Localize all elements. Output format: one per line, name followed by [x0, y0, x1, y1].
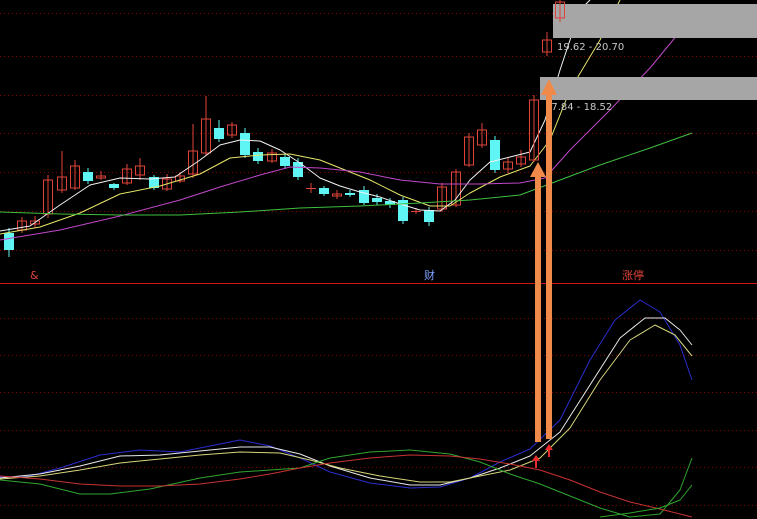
candle-body — [109, 184, 119, 188]
down-candle — [306, 183, 316, 193]
candle-body — [345, 193, 355, 195]
marker-middle: 财 — [424, 268, 435, 282]
zone-label-lower: 17.84 - 18.52 — [545, 102, 612, 113]
down-candle — [214, 120, 224, 142]
marker-right: 涨停 — [622, 268, 644, 282]
up-candle — [516, 150, 526, 167]
candle-body — [280, 157, 290, 166]
candle-body — [372, 198, 382, 202]
candle-body — [4, 233, 14, 250]
resistance-zone-upper — [553, 4, 757, 38]
up-candle — [464, 133, 474, 167]
candle-body — [319, 188, 329, 194]
candle-body — [398, 200, 408, 221]
up-candle — [57, 151, 67, 193]
marker-left: & — [30, 269, 39, 282]
candle-body — [253, 152, 263, 161]
down-candle — [398, 197, 408, 224]
candle-body — [424, 210, 434, 222]
up-candle — [227, 122, 237, 138]
resistance-zone-lower — [540, 77, 757, 100]
down-candle — [240, 128, 250, 158]
up-candle — [201, 96, 211, 156]
up-candle — [332, 190, 342, 199]
down-candle — [109, 183, 119, 190]
down-candle — [319, 186, 329, 196]
indicator-yellow-line — [0, 324, 693, 483]
indicator-red-line — [0, 454, 693, 518]
down-candle — [345, 190, 355, 197]
candle-body — [411, 211, 421, 212]
stock-chart: 19.62 - 20.70 17.84 - 18.52 & 财 涨停 — [0, 0, 757, 518]
down-candle — [490, 136, 500, 173]
up-candle — [135, 158, 145, 180]
up-candle — [70, 160, 80, 190]
ma-mid-line — [0, 0, 621, 235]
ma-long-line — [0, 132, 693, 216]
big-up-arrow-right-icon — [541, 79, 557, 439]
indicator-lines — [0, 299, 693, 518]
up-candle — [542, 32, 552, 56]
candle-body — [83, 172, 93, 181]
big-up-arrow-left-icon — [530, 162, 546, 442]
up-candle — [188, 124, 198, 178]
zone-label-upper: 19.62 - 20.70 — [557, 42, 624, 53]
up-candle — [267, 149, 277, 163]
candle-body — [240, 133, 250, 155]
candle-body — [214, 128, 224, 139]
small-up-arrow-icon — [532, 455, 540, 468]
candle-body — [490, 140, 500, 170]
candle-body — [306, 188, 316, 189]
down-candle — [83, 168, 93, 184]
up-candle — [503, 157, 513, 173]
up-candle — [122, 164, 132, 185]
up-candle — [529, 95, 539, 162]
down-candle — [359, 186, 369, 205]
indicator-white-line — [0, 317, 693, 486]
up-candle — [477, 123, 487, 148]
candlestick-series — [4, 96, 526, 257]
